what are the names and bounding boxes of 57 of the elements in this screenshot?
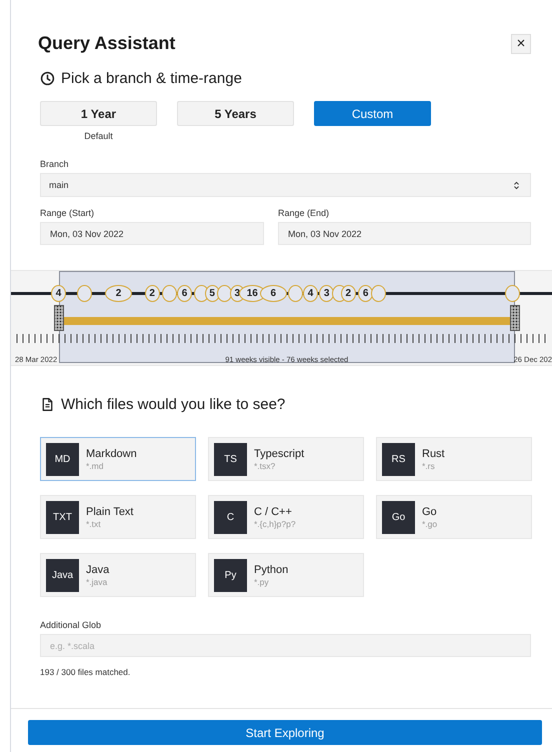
range-handle[interactable]	[54, 305, 64, 331]
dialog-title: Query Assistant	[38, 33, 176, 54]
option-name: Rust	[422, 448, 445, 460]
option-glob: *.tsx?	[254, 460, 276, 470]
file-type-abbreviation: C	[214, 500, 247, 534]
date-field[interactable]: Mon, 03 Nov 2022	[278, 222, 531, 245]
preset-button[interactable]: Custom	[314, 101, 431, 126]
option-glob: *.go	[422, 518, 438, 528]
option-glob: *.java	[86, 576, 108, 586]
file-type-abbreviation: MD	[46, 442, 79, 476]
file-type-abbreviation: TXT	[46, 500, 79, 534]
file-type-abbreviation: Go	[382, 500, 415, 534]
option-name: Plain Text	[86, 506, 134, 518]
file-type-abbreviation: RS	[382, 442, 415, 476]
option-glob: *.{c,h}p?p?	[254, 518, 296, 528]
close-button[interactable]: ×	[511, 34, 531, 54]
start-exploring-button[interactable]: Start Exploring	[28, 720, 542, 745]
commit-bubble: 4	[51, 285, 66, 302]
glob-field[interactable]: e.g. *.scala	[40, 634, 531, 657]
document-icon	[40, 397, 55, 412]
file-type-abbreviation: Py	[214, 558, 247, 592]
file-type-option[interactable]: TS Typescript *.tsx?	[208, 437, 364, 481]
file-type-abbreviation: TS	[214, 442, 247, 476]
date-field[interactable]: Mon, 03 Nov 2022	[40, 222, 264, 245]
select-value: main	[49, 180, 69, 190]
option-name: Go	[422, 506, 438, 518]
preset-note: Default	[84, 131, 113, 141]
option-glob: *.md	[86, 460, 104, 470]
file-type-option[interactable]: MD Markdown *.md	[40, 437, 196, 481]
option-name: Markdown	[86, 448, 137, 460]
range-handle[interactable]	[510, 305, 520, 331]
option-glob: *.rs	[422, 460, 436, 470]
file-type-option[interactable]: Py Python *.py	[208, 553, 364, 597]
file-type-option[interactable]: Go Go *.go	[376, 495, 532, 539]
file-type-option[interactable]: TXT Plain Text *.txt	[40, 495, 196, 539]
option-glob: *.py	[254, 576, 270, 586]
chevron-updown-icon	[511, 180, 522, 190]
preset-button[interactable]: 1 Year	[40, 101, 157, 126]
option-name: Java	[86, 564, 110, 576]
preset-button[interactable]: 5 Years	[177, 101, 294, 126]
section-heading: Pick a branch & time-range	[61, 70, 242, 87]
branch-select[interactable]: main	[40, 173, 531, 197]
field-label: Additional Glob	[39, 619, 102, 632]
option-name: Python	[254, 564, 288, 576]
file-type-option[interactable]: C C / C++ *.{c,h}p?p?	[208, 495, 364, 539]
clock-icon	[40, 71, 55, 86]
file-type-option[interactable]: Java Java *.java	[40, 553, 196, 597]
field-label: Branch	[39, 158, 70, 171]
field-label: Range (End)	[278, 207, 330, 220]
file-type-option[interactable]: RS Rust *.rs	[376, 437, 532, 481]
option-glob: *.txt	[86, 518, 102, 528]
option-name: Typescript	[254, 448, 304, 460]
section-heading: Which files would you like to see?	[61, 396, 286, 413]
option-name: C / C++	[254, 506, 293, 518]
file-type-abbreviation: Java	[46, 558, 79, 592]
field-label: Range (Start)	[39, 207, 96, 220]
match-count: 193 / 300 files matched.	[39, 666, 132, 677]
